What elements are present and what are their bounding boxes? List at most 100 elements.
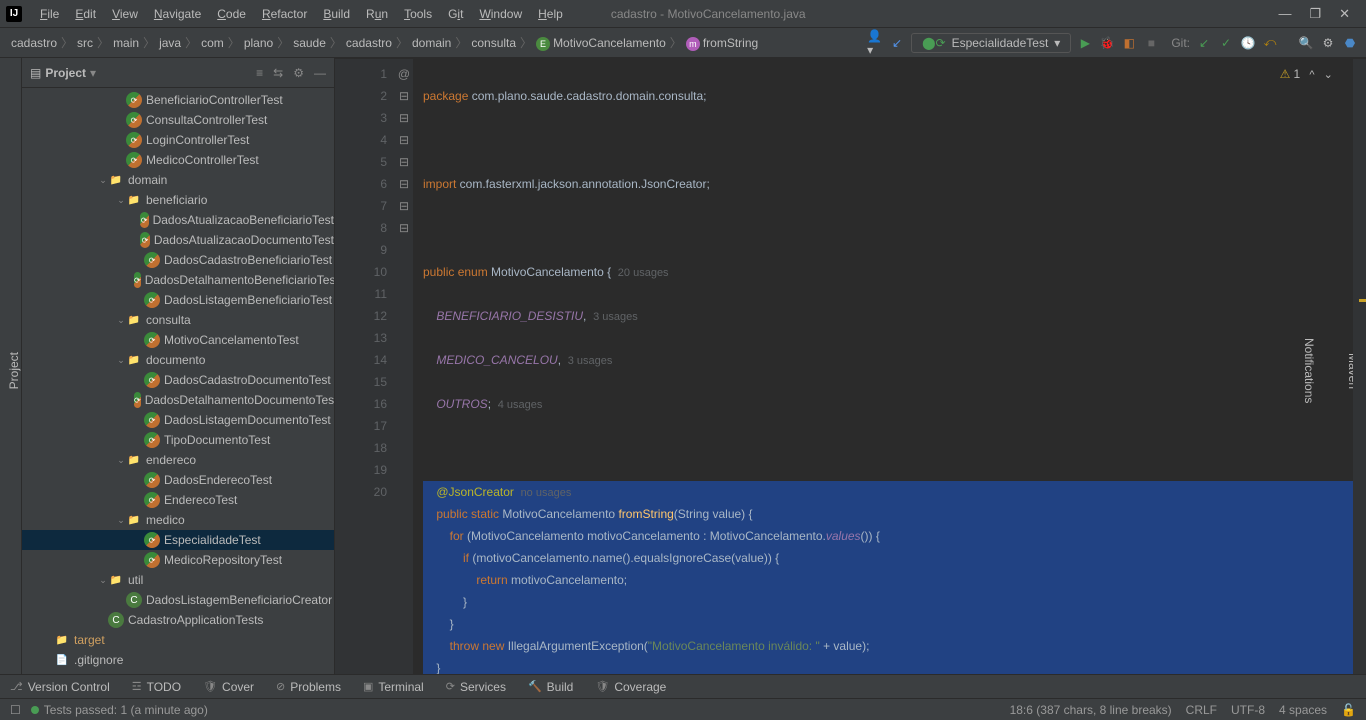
menu-edit[interactable]: Edit [67, 7, 104, 21]
menu-view[interactable]: View [104, 7, 146, 21]
crumb[interactable]: saude [290, 36, 329, 50]
crumb[interactable]: domain [409, 36, 454, 50]
readonly-icon[interactable]: 🔓 [1341, 703, 1356, 717]
error-stripe[interactable] [1353, 59, 1366, 674]
tree-item[interactable]: ⌄📁medico [22, 510, 334, 530]
vcs-history-icon[interactable]: 🕓 [1240, 35, 1256, 51]
bt-terminal[interactable]: ▣Terminal [363, 680, 424, 694]
panel-settings-icon[interactable]: ⚙ [293, 66, 304, 80]
tree-item[interactable]: ⟳EspecialidadeTest [22, 530, 334, 550]
tree-item[interactable]: ⟳MedicoRepositoryTest [22, 550, 334, 570]
status-icon[interactable]: ☐ [10, 703, 21, 717]
tree-item[interactable]: ⟳MedicoControllerTest [22, 150, 334, 170]
tree-item[interactable]: CCadastroApplicationTests [22, 610, 334, 630]
line-separator[interactable]: CRLF [1186, 703, 1217, 717]
tree-item[interactable]: ⟳DadosListagemDocumentoTest [22, 410, 334, 430]
build-icon[interactable]: ↙ [889, 35, 905, 51]
menu-run[interactable]: Run [358, 7, 396, 21]
menu-refactor[interactable]: Refactor [254, 7, 315, 21]
tree-item[interactable]: 📁target [22, 630, 334, 650]
tree-item[interactable]: ⌄📁consulta [22, 310, 334, 330]
menu-git[interactable]: Git [440, 7, 471, 21]
git-label: Git: [1171, 36, 1190, 50]
bt-coverage[interactable]: 🛡Coverage [595, 680, 666, 694]
vcs-update-icon[interactable]: ↙ [1196, 35, 1212, 51]
minimize-icon[interactable]: ― [1278, 6, 1291, 22]
tree-item[interactable]: ⟳DadosListagemBeneficiarioTest [22, 290, 334, 310]
select-opened-icon[interactable]: ≡ [256, 66, 263, 80]
line-numbers: 1234567891011121314151617181920 [335, 59, 395, 674]
bt-services[interactable]: ⟳Services [446, 680, 506, 694]
vcs-commit-icon[interactable]: ✓ [1218, 35, 1234, 51]
crumb[interactable]: cadastro [343, 36, 395, 50]
tree-item[interactable]: ⌄📁beneficiario [22, 190, 334, 210]
menu-file[interactable]: File [32, 7, 67, 21]
bt-vcs[interactable]: ⎇Version Control [10, 680, 110, 694]
tree-item[interactable]: ⟳DadosCadastroBeneficiarioTest [22, 250, 334, 270]
vcs-revert-icon[interactable]: ⤺ [1262, 35, 1278, 51]
expand-icon[interactable]: ⇆ [273, 66, 283, 80]
tree-item[interactable]: ⌄📁endereco [22, 450, 334, 470]
settings-icon[interactable]: ⚙ [1320, 35, 1336, 51]
menu-code[interactable]: Code [209, 7, 254, 21]
ide-icon[interactable]: ⬣ [1342, 35, 1358, 51]
tree-item[interactable]: ⌄📁documento [22, 350, 334, 370]
tree-item[interactable]: ⟳MotivoCancelamentoTest [22, 330, 334, 350]
menu-build[interactable]: Build [315, 7, 358, 21]
bt-problems[interactable]: ⊘Problems [276, 680, 341, 694]
crumb[interactable]: java [156, 36, 184, 50]
debug-icon[interactable]: 🐞 [1099, 35, 1115, 51]
crumb[interactable]: consulta [468, 36, 519, 50]
app-logo-icon: IJ [6, 6, 22, 22]
tree-item[interactable]: ⟳DadosDetalhamentoBeneficiarioTest [22, 270, 334, 290]
tree-item[interactable]: ⟳DadosDetalhamentoDocumentoTest [22, 390, 334, 410]
user-icon[interactable]: 👤▾ [867, 35, 883, 51]
bt-cover[interactable]: 🛡Cover [203, 680, 254, 694]
tree-item[interactable]: 📄.gitignore [22, 650, 334, 670]
tool-project[interactable]: Project [7, 352, 21, 389]
crumb[interactable]: mfromString [683, 36, 761, 50]
run-icon[interactable]: ▶ [1077, 35, 1093, 51]
bt-build[interactable]: 🔨Build [528, 680, 573, 694]
window-title: cadastro - MotivoCancelamento.java [611, 7, 1279, 21]
coverage-icon[interactable]: ◧ [1121, 35, 1137, 51]
tree-item[interactable]: ⟳ConsultaControllerTest [22, 110, 334, 130]
crumb[interactable]: main [110, 36, 142, 50]
maximize-icon[interactable]: ❐ [1309, 6, 1321, 22]
crumb[interactable]: EMotivoCancelamento [533, 36, 669, 50]
bt-todo[interactable]: ☲TODO [132, 680, 181, 694]
tree-item[interactable]: ⟳BeneficiarioControllerTest [22, 90, 334, 110]
tree-item[interactable]: ⟳LoginControllerTest [22, 130, 334, 150]
crumb[interactable]: plano [241, 36, 276, 50]
tree-item[interactable]: ⟳DadosEnderecoTest [22, 470, 334, 490]
tree-item[interactable]: CDadosListagemBeneficiarioCreator [22, 590, 334, 610]
code-editor[interactable]: 1234567891011121314151617181920 @⊟⊟⊟⊟⊟⊟⊟… [335, 59, 1366, 674]
project-tree[interactable]: ⟳BeneficiarioControllerTest⟳ConsultaCont… [22, 88, 334, 674]
stop-icon[interactable]: ■ [1143, 35, 1159, 51]
tree-item[interactable]: ⟳DadosAtualizacaoBeneficiarioTest [22, 210, 334, 230]
menu-tools[interactable]: Tools [396, 7, 440, 21]
menu-navigate[interactable]: Navigate [146, 7, 209, 21]
run-config-label: EspecialidadeTest [952, 36, 1049, 50]
run-config-selector[interactable]: ⬤⟳ EspecialidadeTest ▾ [911, 33, 1071, 53]
search-icon[interactable]: 🔍 [1298, 35, 1314, 51]
inspection-badge[interactable]: ⚠ 1 ^ ⌄ [1280, 63, 1333, 86]
menu-help[interactable]: Help [530, 7, 571, 21]
tree-item[interactable]: ⟳EnderecoTest [22, 490, 334, 510]
crumb[interactable]: com [198, 36, 227, 50]
caret-position[interactable]: 18:6 (387 chars, 8 line breaks) [1010, 703, 1172, 717]
gutter-icons: @⊟⊟⊟⊟⊟⊟⊟ [395, 59, 413, 674]
file-encoding[interactable]: UTF-8 [1231, 703, 1265, 717]
hide-panel-icon[interactable]: — [314, 66, 326, 80]
indent-config[interactable]: 4 spaces [1279, 703, 1327, 717]
tree-item[interactable]: ⟳DadosAtualizacaoDocumentoTest [22, 230, 334, 250]
tree-item[interactable]: ⌄📁util [22, 570, 334, 590]
tree-item[interactable]: ⟳DadosCadastroDocumentoTest [22, 370, 334, 390]
left-tool-strip: Project Bookmarks Structure [0, 58, 22, 674]
close-icon[interactable]: ✕ [1339, 6, 1350, 22]
tree-item[interactable]: ⌄📁domain [22, 170, 334, 190]
crumb[interactable]: cadastro [8, 36, 60, 50]
crumb[interactable]: src [74, 36, 96, 50]
tree-item[interactable]: ⟳TipoDocumentoTest [22, 430, 334, 450]
menu-window[interactable]: Window [471, 7, 530, 21]
